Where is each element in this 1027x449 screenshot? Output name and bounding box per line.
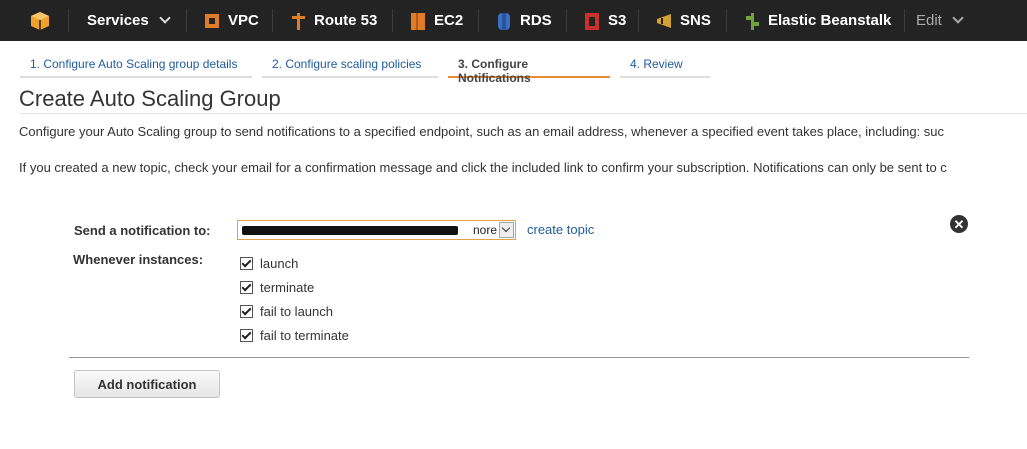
nav-rds[interactable]: RDS <box>496 0 552 41</box>
fail-to-launch-checkbox[interactable] <box>240 305 253 318</box>
notification-topic-select[interactable]: nore <box>237 220 516 240</box>
nav-vpc-label: VPC <box>228 12 259 29</box>
nav-rds-label: RDS <box>520 12 552 29</box>
event-launch[interactable]: launch <box>240 256 298 271</box>
nav-elastic-beanstalk-label: Elastic Beanstalk <box>768 12 892 29</box>
step-configure-details[interactable]: 1. Configure Auto Scaling group details <box>20 57 252 78</box>
step-label: 4. Review <box>630 57 683 71</box>
nav-route53[interactable]: Route 53 <box>290 0 377 41</box>
add-notification-button[interactable]: Add notification <box>74 370 220 398</box>
nav-elastic-beanstalk[interactable]: Elastic Beanstalk <box>744 0 891 41</box>
step-configure-notifications[interactable]: 3. Configure Notifications <box>448 57 610 85</box>
aws-cube-icon <box>31 11 49 30</box>
terminate-checkbox[interactable] <box>240 281 253 294</box>
subscription-note: If you created a new topic, check your e… <box>19 160 947 175</box>
nav-separator <box>272 9 273 32</box>
rds-icon <box>498 12 510 30</box>
redacted-topic-value <box>242 226 458 235</box>
step-configure-scaling-policies[interactable]: 2. Configure scaling policies <box>262 57 438 78</box>
nav-s3[interactable]: S3 <box>584 0 626 41</box>
fail-to-launch-label: fail to launch <box>260 304 333 319</box>
nav-separator <box>392 9 393 32</box>
launch-checkbox[interactable] <box>240 257 253 270</box>
send-notification-label: Send a notification to: <box>74 223 211 238</box>
s3-icon <box>585 12 599 30</box>
nav-ec2-label: EC2 <box>434 12 464 29</box>
sns-icon <box>657 13 671 28</box>
whenever-instances-label: Whenever instances: <box>73 252 204 267</box>
page-title: Create Auto Scaling Group <box>19 86 281 111</box>
beanstalk-icon <box>746 12 759 30</box>
launch-label: launch <box>260 256 299 271</box>
chevron-down-icon[interactable] <box>499 222 514 238</box>
edit-label: Edit <box>916 12 942 29</box>
step-label: 2. Configure scaling policies <box>272 57 422 71</box>
page-description: Configure your Auto Scaling group to sen… <box>19 124 945 139</box>
aws-logo[interactable] <box>29 0 51 41</box>
nav-separator <box>566 9 567 32</box>
nav-route53-label: Route 53 <box>314 12 378 29</box>
edit-menu[interactable]: Edit <box>916 0 964 41</box>
step-label: 1. Configure Auto Scaling group details <box>30 57 238 71</box>
nav-separator <box>726 9 727 32</box>
nav-sns-label: SNS <box>680 12 711 29</box>
nav-separator <box>904 9 905 32</box>
nav-separator <box>638 9 639 32</box>
topic-value-tail: nore <box>473 223 498 237</box>
form-divider <box>69 357 969 358</box>
fail-to-terminate-checkbox[interactable] <box>240 329 253 342</box>
services-label: Services <box>87 12 149 29</box>
nav-s3-label: S3 <box>608 12 627 29</box>
step-label: 3. Configure Notifications <box>458 57 531 85</box>
nav-separator <box>478 9 479 32</box>
event-fail-to-terminate[interactable]: fail to terminate <box>240 328 349 343</box>
close-icon[interactable]: ✕ <box>950 215 968 233</box>
fail-to-terminate-label: fail to terminate <box>260 328 349 343</box>
event-terminate[interactable]: terminate <box>240 280 314 295</box>
title-divider <box>19 113 1027 114</box>
top-nav-bar: Services VPC Route 53 EC2 RDS S3 SNS Ela… <box>0 0 1027 41</box>
create-topic-link[interactable]: create topic <box>527 222 594 237</box>
vpc-icon <box>205 13 219 28</box>
step-review[interactable]: 4. Review <box>620 57 710 78</box>
nav-separator <box>68 9 69 32</box>
chevron-down-icon <box>952 12 964 24</box>
nav-vpc[interactable]: VPC <box>204 0 259 41</box>
chevron-down-icon <box>159 12 171 24</box>
terminate-label: terminate <box>260 280 315 295</box>
route53-icon <box>292 12 305 30</box>
event-fail-to-launch[interactable]: fail to launch <box>240 304 333 319</box>
nav-separator <box>186 9 187 32</box>
ec2-icon <box>411 12 425 30</box>
services-menu[interactable]: Services <box>87 0 171 41</box>
nav-ec2[interactable]: EC2 <box>410 0 463 41</box>
nav-sns[interactable]: SNS <box>656 0 711 41</box>
